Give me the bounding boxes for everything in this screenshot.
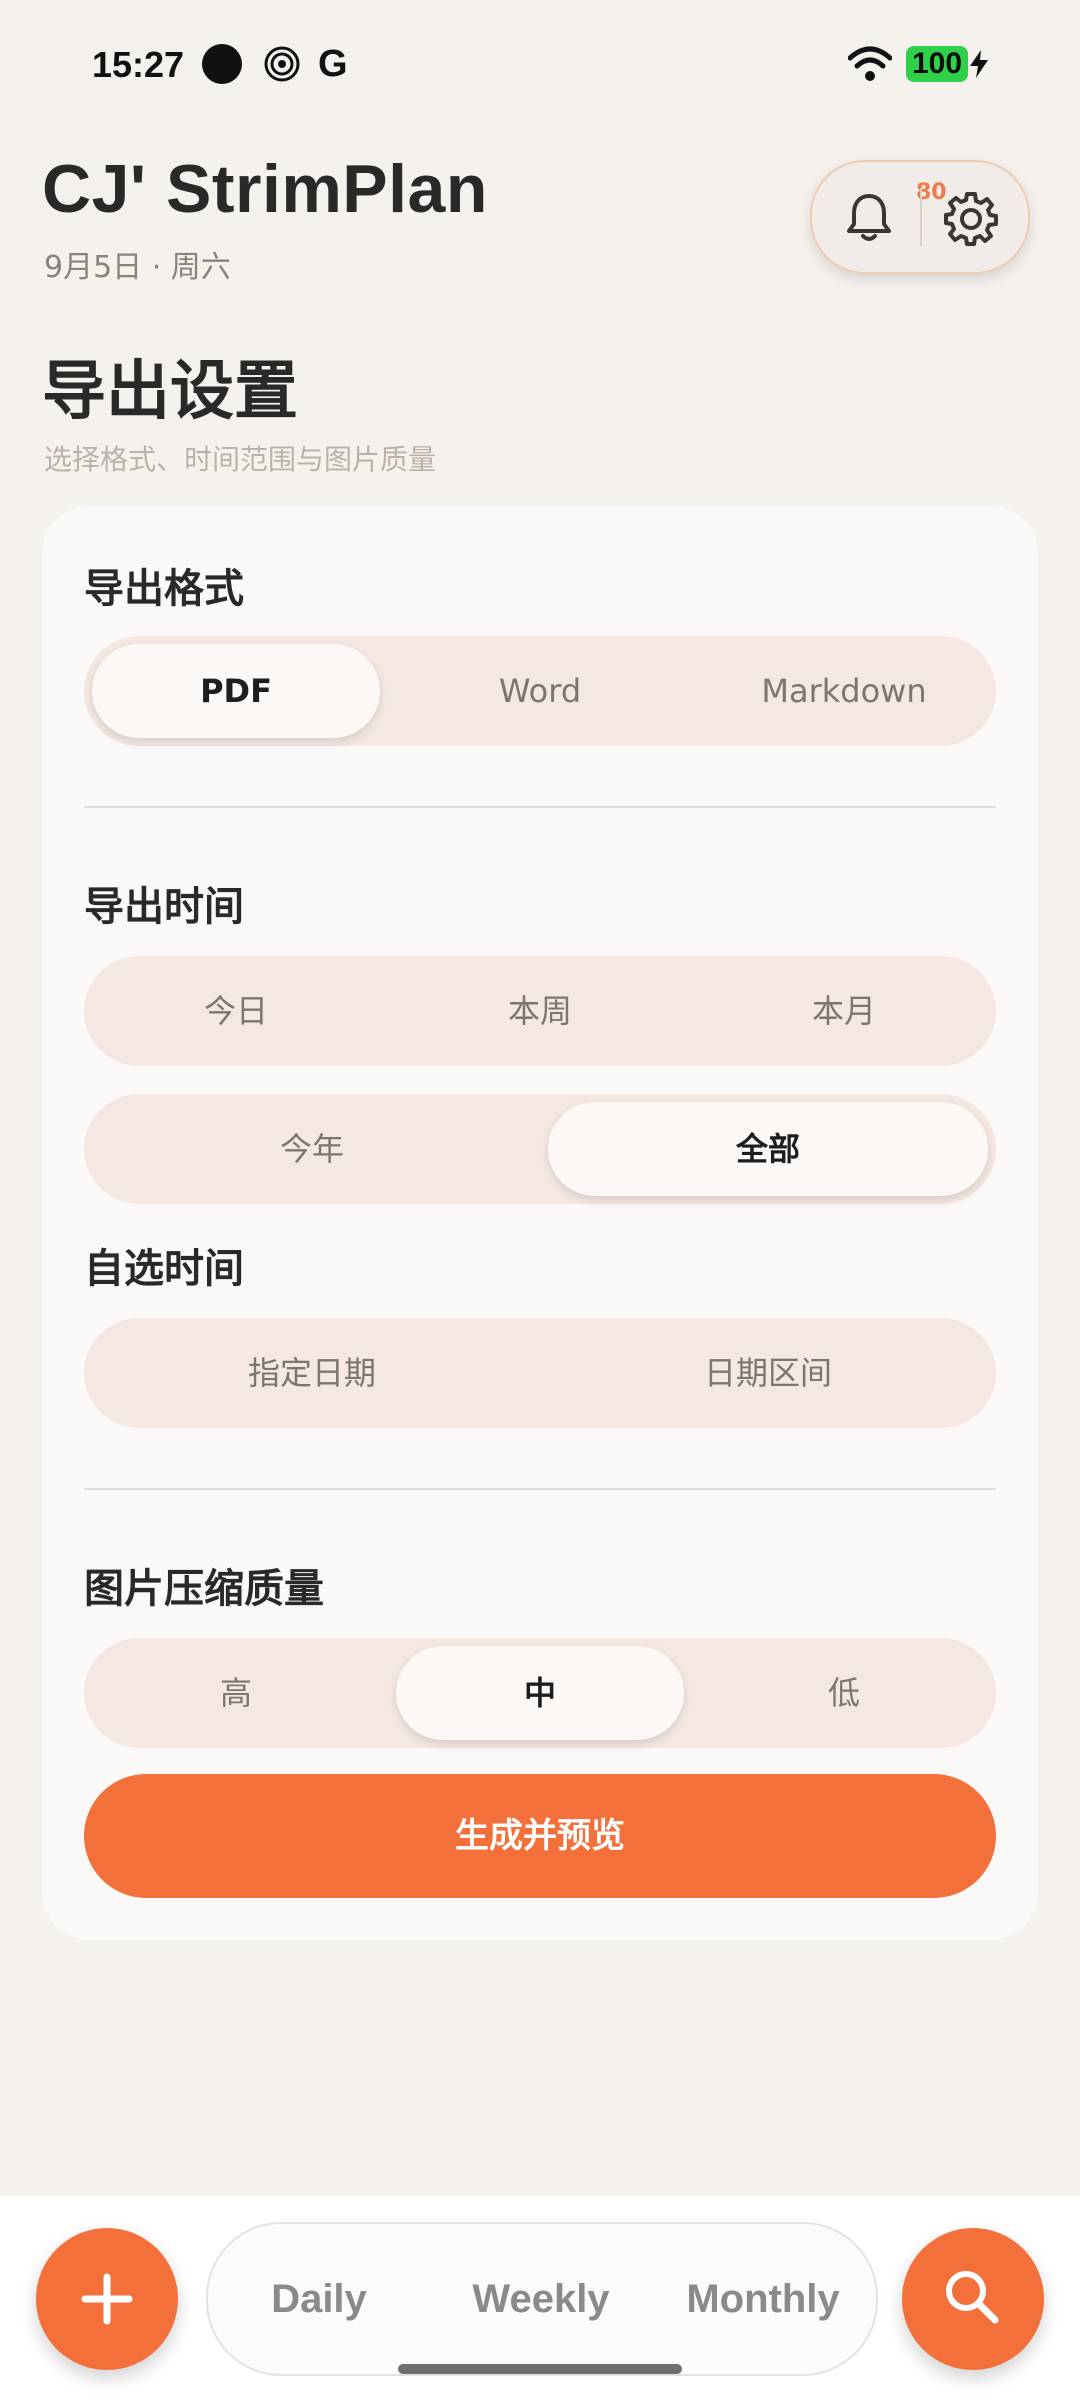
time-option-all[interactable]: 全部 (548, 1102, 988, 1196)
search-icon (946, 2271, 999, 2324)
generate-preview-button[interactable]: 生成并预览 (84, 1774, 996, 1898)
app-title: CJ' StrimPlan (42, 151, 488, 227)
settings-button[interactable] (940, 186, 1002, 248)
header-actions: 80 (810, 160, 1030, 274)
home-indicator[interactable] (398, 2364, 682, 2374)
page-subtitle: 选择格式、时间范围与图片质量 (44, 443, 437, 476)
time-option-year[interactable]: 今年 (84, 1094, 540, 1204)
search-button[interactable] (902, 2228, 1044, 2370)
time-option-month[interactable]: 本月 (692, 956, 996, 1066)
nav-monthly[interactable]: Monthly (652, 2224, 874, 2374)
nav-weekly[interactable]: Weekly (430, 2224, 652, 2374)
section-divider (84, 806, 996, 808)
header-divider (920, 188, 922, 246)
format-option-markdown[interactable]: Markdown (692, 636, 996, 746)
status-bar: 15:27 G 100 (0, 0, 1080, 130)
time-segmented-control-row1: 今日 本周 本月 (84, 956, 996, 1066)
view-switcher: Daily Weekly Monthly (206, 2222, 878, 2376)
status-time: 15:27 (92, 44, 185, 85)
time-option-week[interactable]: 本周 (388, 956, 692, 1066)
nav-daily[interactable]: Daily (208, 2224, 430, 2374)
spiral-icon (264, 46, 300, 82)
charging-bolt-icon (970, 50, 988, 78)
format-segmented-control: PDF Word Markdown (84, 636, 996, 746)
custom-time-option-date[interactable]: 指定日期 (84, 1318, 540, 1428)
page-title: 导出设置 (42, 355, 298, 429)
bell-icon (847, 194, 891, 241)
quality-option-medium[interactable]: 中 (396, 1646, 684, 1740)
time-section-title: 导出时间 (84, 884, 244, 930)
google-icon: G (318, 43, 348, 85)
app-date: 9月5日 · 周六 (44, 250, 231, 285)
quality-option-low[interactable]: 低 (692, 1638, 996, 1748)
notifications-button[interactable]: 80 (838, 180, 947, 248)
quality-option-high[interactable]: 高 (84, 1638, 388, 1748)
format-option-word[interactable]: Word (388, 636, 692, 746)
quality-section-title: 图片压缩质量 (84, 1566, 324, 1612)
plus-icon (81, 2273, 133, 2325)
time-segmented-control-row2: 今年 全部 (84, 1094, 996, 1204)
format-option-pdf[interactable]: PDF (92, 644, 380, 738)
custom-time-option-range[interactable]: 日期区间 (540, 1318, 996, 1428)
time-option-today[interactable]: 今日 (84, 956, 388, 1066)
battery-icon: 100 (906, 46, 968, 82)
quality-segmented-control: 高 中 低 (84, 1638, 996, 1748)
gear-icon (944, 192, 998, 246)
format-section-title: 导出格式 (84, 566, 244, 612)
custom-time-section-title: 自选时间 (84, 1246, 244, 1292)
section-divider (84, 1488, 996, 1490)
add-button[interactable] (36, 2228, 178, 2370)
wifi-icon (848, 46, 892, 81)
export-settings-card: 导出格式 PDF Word Markdown 导出时间 今日 本周 本月 今年 … (42, 506, 1038, 1940)
black-dot-icon (202, 44, 242, 84)
custom-time-segmented-control: 指定日期 日期区间 (84, 1318, 996, 1428)
